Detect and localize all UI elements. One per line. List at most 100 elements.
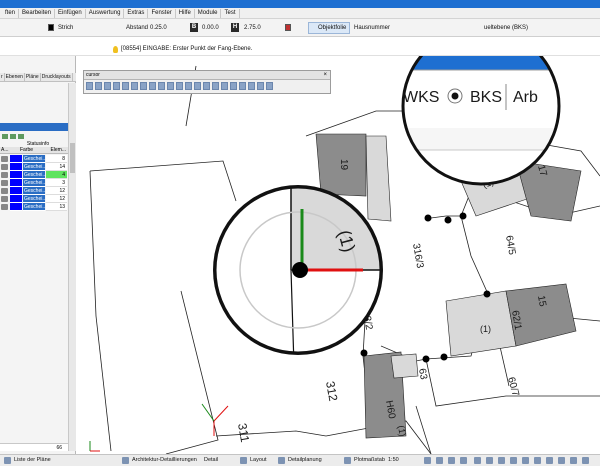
grid-icon[interactable] bbox=[230, 82, 237, 90]
col-header-elem[interactable]: Elem... bbox=[46, 147, 68, 153]
eraser-tool-icon[interactable] bbox=[140, 82, 147, 90]
snap-intersect-icon[interactable] bbox=[203, 82, 210, 90]
status-icon[interactable] bbox=[424, 457, 431, 464]
detail-select[interactable]: Detail bbox=[204, 457, 218, 463]
status-icon[interactable] bbox=[486, 457, 493, 464]
printer-icon[interactable] bbox=[1, 156, 8, 162]
menu-item-extras[interactable]: Extras bbox=[124, 8, 149, 18]
status-icon[interactable] bbox=[510, 457, 517, 464]
zoom-in-icon[interactable] bbox=[239, 82, 246, 90]
diagonal-icon[interactable] bbox=[167, 82, 174, 90]
printer-icon[interactable] bbox=[1, 164, 8, 170]
status-icon[interactable] bbox=[460, 457, 467, 464]
scrollbar-thumb[interactable] bbox=[70, 143, 75, 173]
layer-row[interactable]: Geschei... 4 bbox=[0, 171, 68, 179]
col-header-farbe[interactable]: Farbe bbox=[20, 147, 46, 153]
zoom-out-icon[interactable] bbox=[248, 82, 255, 90]
menu-item-test[interactable]: Test bbox=[221, 8, 240, 18]
line-color-swatch[interactable] bbox=[48, 24, 54, 31]
line-tool-icon[interactable] bbox=[122, 82, 129, 90]
abstand-input[interactable]: 0.25.0 bbox=[150, 23, 167, 33]
detailplanung-icon[interactable] bbox=[278, 457, 285, 464]
layer-row[interactable]: Geschei... 14 bbox=[0, 163, 68, 171]
printer-icon[interactable] bbox=[1, 204, 8, 210]
layer-add-icon[interactable] bbox=[2, 134, 8, 139]
plan-list-icon[interactable] bbox=[4, 457, 11, 464]
status-icon[interactable] bbox=[474, 457, 481, 464]
menu-item-fenster[interactable]: Fenster bbox=[148, 8, 176, 18]
zoom-window-icon[interactable] bbox=[257, 82, 264, 90]
layer-settings-icon[interactable] bbox=[18, 134, 24, 139]
pan-icon[interactable] bbox=[95, 82, 102, 90]
printer-icon[interactable] bbox=[1, 196, 8, 202]
status-icon[interactable] bbox=[558, 457, 565, 464]
snap-point-icon[interactable] bbox=[104, 82, 111, 90]
status-icon[interactable] bbox=[582, 457, 589, 464]
menu-item-einfuegen[interactable]: Einfügen bbox=[55, 8, 86, 18]
layout-icon[interactable] bbox=[240, 457, 247, 464]
panel-scrollbar[interactable] bbox=[68, 83, 76, 451]
menu-item-module[interactable]: Module bbox=[195, 8, 222, 18]
printer-icon[interactable] bbox=[1, 180, 8, 186]
layer-color-cell[interactable] bbox=[10, 179, 22, 187]
objektfolie-button[interactable]: Objektfolie bbox=[308, 22, 350, 34]
snap-circle-icon[interactable] bbox=[113, 82, 120, 90]
printer-icon[interactable] bbox=[1, 172, 8, 178]
printer-icon[interactable] bbox=[1, 188, 8, 194]
eraser-icon[interactable] bbox=[285, 24, 291, 31]
architektur-detail-select[interactable]: Architektur-Detaillierungen bbox=[132, 457, 197, 463]
status-icon[interactable] bbox=[522, 457, 529, 464]
ebene-select[interactable]: ueltebene (BKS) bbox=[484, 23, 528, 33]
status-icon[interactable] bbox=[546, 457, 553, 464]
architecture-icon[interactable] bbox=[122, 457, 129, 464]
cursor-toolbar-title[interactable]: cursor bbox=[84, 71, 330, 80]
layout-select[interactable]: Layout bbox=[250, 457, 267, 463]
plan-list-button[interactable]: Liste der Pläne bbox=[14, 457, 51, 463]
layer-color-cell[interactable] bbox=[10, 195, 22, 203]
status-icon[interactable] bbox=[436, 457, 443, 464]
scale-select[interactable]: 1:50 bbox=[388, 457, 399, 463]
detailplanung-select[interactable]: Detailplanung bbox=[288, 457, 322, 463]
zoom-all-icon[interactable] bbox=[266, 82, 273, 90]
status-icon[interactable] bbox=[534, 457, 541, 464]
angle-icon[interactable] bbox=[158, 82, 165, 90]
pin-icon[interactable] bbox=[149, 82, 156, 90]
layer-copy-icon[interactable] bbox=[10, 134, 16, 139]
hausnummer-field[interactable]: Hausnummer bbox=[354, 23, 390, 33]
layer-color-cell[interactable] bbox=[10, 171, 22, 179]
layer-color-cell[interactable] bbox=[10, 203, 22, 211]
layer-color-cell[interactable] bbox=[10, 163, 22, 171]
col-header-a[interactable]: A... bbox=[0, 147, 20, 153]
layer-row[interactable]: Geschei... 12 bbox=[0, 187, 68, 195]
layer-row[interactable]: Geschei... 12 bbox=[0, 195, 68, 203]
ortho-icon[interactable] bbox=[221, 82, 228, 90]
b-input[interactable]: 0.00.0 bbox=[202, 23, 219, 33]
axes-icon[interactable] bbox=[212, 82, 219, 90]
h-input[interactable]: 2.75.0 bbox=[244, 23, 261, 33]
abstand-label: Abstand bbox=[126, 25, 149, 31]
layer-color-cell[interactable] bbox=[10, 187, 22, 195]
status-icon[interactable] bbox=[498, 457, 505, 464]
tab-drucklayouts[interactable]: Drucklayouts bbox=[41, 73, 73, 81]
menu-item-hilfe[interactable]: Hilfe bbox=[176, 8, 195, 18]
menu-item-datei[interactable]: ften bbox=[2, 8, 20, 18]
menu-item-auswertung[interactable]: Auswertung bbox=[86, 8, 125, 18]
snap-center-icon[interactable] bbox=[194, 82, 201, 90]
menu-item-bearbeiten[interactable]: Bearbeiten bbox=[19, 8, 56, 18]
layer-color-cell[interactable] bbox=[10, 155, 22, 163]
tab-plaene[interactable]: Pläne bbox=[25, 73, 41, 81]
layer-row[interactable]: Geschei... 3 bbox=[0, 179, 68, 187]
status-icon[interactable] bbox=[448, 457, 455, 464]
tab-ebenen[interactable]: Ebenen bbox=[5, 73, 25, 81]
layer-row[interactable]: Geschei... 13 bbox=[0, 203, 68, 211]
plotmassstab-icon[interactable] bbox=[344, 457, 351, 464]
snap-mid-icon[interactable] bbox=[185, 82, 192, 90]
snap-end-icon[interactable] bbox=[176, 82, 183, 90]
line-type-select[interactable]: Strich bbox=[58, 23, 73, 33]
close-icon[interactable]: × bbox=[323, 71, 327, 79]
status-icon[interactable] bbox=[570, 457, 577, 464]
select-arrow-icon[interactable] bbox=[86, 82, 93, 90]
pencil-icon[interactable] bbox=[131, 82, 138, 90]
layer-row[interactable]: Geschei... 8 bbox=[0, 155, 68, 163]
drawing-canvas[interactable]: 19 17 (1) 316/3 64/5 15 62/1 (1) 63/2 63… bbox=[76, 56, 600, 454]
